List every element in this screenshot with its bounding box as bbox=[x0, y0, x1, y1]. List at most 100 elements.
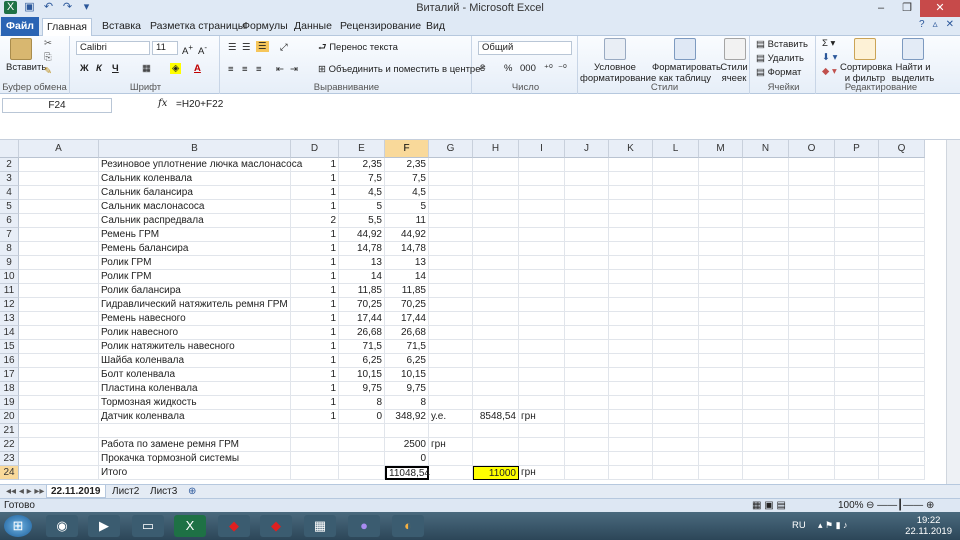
cell[interactable] bbox=[19, 368, 99, 382]
cell[interactable] bbox=[565, 410, 609, 424]
cell[interactable] bbox=[653, 438, 699, 452]
cell[interactable] bbox=[835, 158, 879, 172]
cell-i16[interactable] bbox=[519, 354, 565, 368]
cell-e20[interactable]: 0 bbox=[339, 410, 385, 424]
cell-b13[interactable]: Ремень навесного bbox=[99, 312, 291, 326]
cell-d13[interactable]: 1 bbox=[291, 312, 339, 326]
cell-i10[interactable] bbox=[519, 270, 565, 284]
cell[interactable] bbox=[565, 228, 609, 242]
cell-i19[interactable] bbox=[519, 396, 565, 410]
cell[interactable] bbox=[879, 410, 925, 424]
cell-d14[interactable]: 1 bbox=[291, 326, 339, 340]
cell-d3[interactable]: 1 bbox=[291, 172, 339, 186]
cell-e9[interactable]: 13 bbox=[339, 256, 385, 270]
cell-b5[interactable]: Сальник маслонасоса bbox=[99, 200, 291, 214]
help-icon[interactable]: ? bbox=[919, 19, 925, 30]
cell[interactable] bbox=[653, 270, 699, 284]
cell-h2[interactable] bbox=[473, 158, 519, 172]
cell[interactable] bbox=[609, 382, 653, 396]
tab-formulas[interactable]: Формулы bbox=[238, 18, 292, 36]
paste-button[interactable]: Вставить bbox=[6, 62, 46, 73]
cell[interactable] bbox=[19, 200, 99, 214]
cell[interactable] bbox=[879, 284, 925, 298]
font-name-combo[interactable]: Calibri bbox=[76, 41, 150, 55]
cell-f17[interactable]: 10,15 bbox=[385, 368, 429, 382]
cell[interactable] bbox=[743, 242, 789, 256]
cell-g3[interactable] bbox=[429, 172, 473, 186]
cell-f19[interactable]: 8 bbox=[385, 396, 429, 410]
cell[interactable] bbox=[653, 452, 699, 466]
cell[interactable] bbox=[879, 256, 925, 270]
cell-f4[interactable]: 4,5 bbox=[385, 186, 429, 200]
row-header[interactable]: 7 bbox=[0, 228, 19, 242]
cell[interactable] bbox=[743, 158, 789, 172]
cell[interactable] bbox=[835, 228, 879, 242]
cell[interactable] bbox=[609, 270, 653, 284]
cell[interactable] bbox=[835, 172, 879, 186]
cell[interactable] bbox=[565, 242, 609, 256]
cell-d2[interactable]: 1 bbox=[291, 158, 339, 172]
cell[interactable] bbox=[699, 340, 743, 354]
copy-icon[interactable]: ⎘ bbox=[44, 52, 52, 63]
tab-data[interactable]: Данные bbox=[290, 18, 336, 36]
column-header-i[interactable]: I bbox=[519, 140, 565, 158]
cell[interactable] bbox=[743, 284, 789, 298]
cell[interactable] bbox=[699, 438, 743, 452]
row-header[interactable]: 8 bbox=[0, 242, 19, 256]
column-header-q[interactable]: Q bbox=[879, 140, 925, 158]
cell[interactable] bbox=[835, 242, 879, 256]
cell[interactable] bbox=[699, 256, 743, 270]
cell[interactable] bbox=[743, 312, 789, 326]
find-select-icon[interactable] bbox=[902, 38, 924, 60]
chrome-icon[interactable]: ◉ bbox=[46, 515, 78, 537]
cell[interactable] bbox=[879, 382, 925, 396]
cell[interactable] bbox=[879, 340, 925, 354]
cell[interactable] bbox=[879, 200, 925, 214]
cell-h22[interactable] bbox=[473, 438, 519, 452]
cell-b11[interactable]: Ролик балансира bbox=[99, 284, 291, 298]
cell-f12[interactable]: 70,25 bbox=[385, 298, 429, 312]
cell-e13[interactable]: 17,44 bbox=[339, 312, 385, 326]
cell-e19[interactable]: 8 bbox=[339, 396, 385, 410]
cell[interactable] bbox=[19, 326, 99, 340]
cell-g16[interactable] bbox=[429, 354, 473, 368]
increase-decimal-icon[interactable]: ⁺⁰ bbox=[544, 63, 553, 74]
cell[interactable] bbox=[609, 466, 653, 480]
cell[interactable] bbox=[565, 368, 609, 382]
cell[interactable] bbox=[19, 396, 99, 410]
shrink-font-icon[interactable]: A- bbox=[198, 42, 207, 57]
row-header[interactable]: 20 bbox=[0, 410, 19, 424]
ribbon-minimize-icon[interactable]: ▵ bbox=[933, 19, 938, 30]
row-header[interactable]: 23 bbox=[0, 452, 19, 466]
cell-b9[interactable]: Ролик ГРМ bbox=[99, 256, 291, 270]
cell[interactable] bbox=[565, 382, 609, 396]
cell-d24[interactable] bbox=[291, 466, 339, 480]
cell-h5[interactable] bbox=[473, 200, 519, 214]
cell[interactable] bbox=[789, 158, 835, 172]
number-format-combo[interactable]: Общий bbox=[478, 41, 572, 55]
cell[interactable] bbox=[743, 256, 789, 270]
cell[interactable] bbox=[19, 284, 99, 298]
cell[interactable] bbox=[743, 452, 789, 466]
cell[interactable] bbox=[609, 200, 653, 214]
calculator-icon[interactable]: ▦ bbox=[304, 515, 336, 537]
cell-f8[interactable]: 14,78 bbox=[385, 242, 429, 256]
cell[interactable] bbox=[835, 354, 879, 368]
cell[interactable] bbox=[565, 284, 609, 298]
find-select-button[interactable]: Найти и выделить bbox=[890, 62, 936, 84]
cell[interactable] bbox=[789, 368, 835, 382]
format-painter-icon[interactable]: ✎ bbox=[44, 66, 52, 77]
cell[interactable] bbox=[789, 312, 835, 326]
cell-e8[interactable]: 14,78 bbox=[339, 242, 385, 256]
align-left-icon[interactable]: ≡ bbox=[228, 64, 234, 75]
font-size-combo[interactable]: 11 bbox=[152, 41, 178, 55]
cell-e22[interactable] bbox=[339, 438, 385, 452]
cell[interactable] bbox=[879, 326, 925, 340]
sheet-nav-icon[interactable]: ◂◂ ◂ ▸ ▸▸ bbox=[2, 485, 48, 498]
cell[interactable] bbox=[743, 368, 789, 382]
cell-g18[interactable] bbox=[429, 382, 473, 396]
cell-h3[interactable] bbox=[473, 172, 519, 186]
cell[interactable] bbox=[609, 256, 653, 270]
cell[interactable] bbox=[789, 200, 835, 214]
align-center-icon[interactable]: ≡ bbox=[242, 64, 248, 75]
